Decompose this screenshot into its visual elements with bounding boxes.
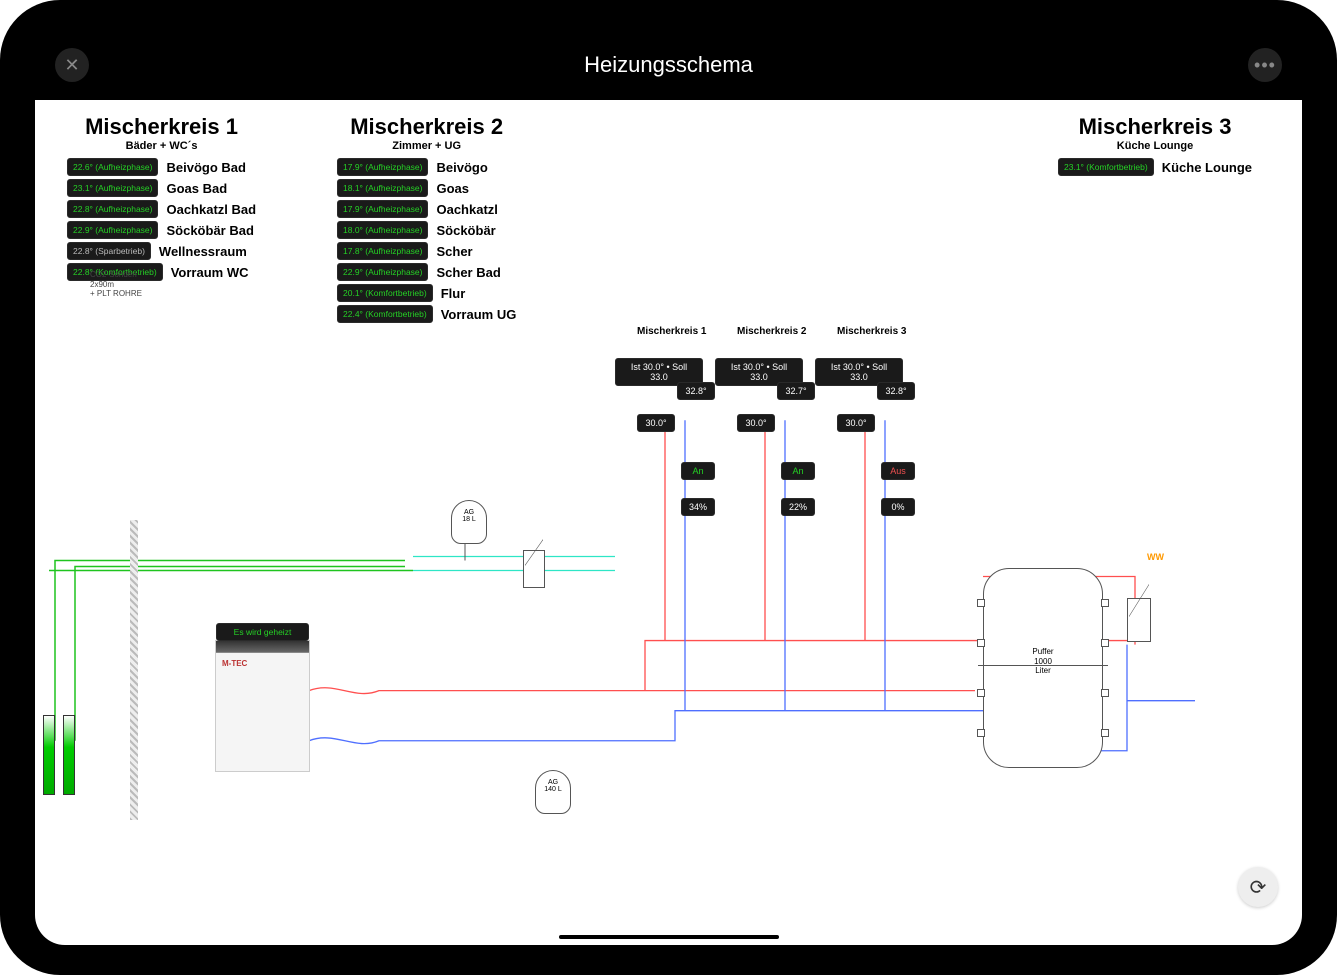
ag-lower-l2: 140 L (536, 786, 570, 793)
pipe-network (35, 210, 1302, 945)
room-status-badge: 22.6° (Aufheizphase) (67, 158, 158, 176)
circuit3-temp1: 32.8° (877, 382, 915, 400)
content: Mischerkreis 1 Bäder + WC´s 22.6° (Aufhe… (35, 100, 1302, 945)
probes-label: CO2-Sonden 2x90m + PLT ROHRE (90, 270, 142, 299)
mixer3-room-list: 23.1° (Komfortbetrieb) Küche Lounge (1058, 158, 1252, 176)
circuit1-temp2: 30.0° (637, 414, 675, 432)
refresh-button[interactable]: ⟳ (1238, 867, 1278, 907)
buffer-label: Puffer 1000 Liter (984, 647, 1102, 676)
room-status-badge: 23.1° (Aufheizphase) (67, 179, 158, 197)
circuit1-label: Mischerkreis 1 (637, 326, 707, 337)
mixer2-subtitle: Zimmer + UG (337, 140, 516, 152)
circuit1-state: An (681, 462, 715, 480)
mixer2-title: Mischerkreis 2 (337, 114, 516, 140)
room-name: Goas (436, 181, 469, 196)
buffer-l3: Liter (1035, 666, 1051, 675)
room-row[interactable]: 22.6° (Aufheizphase) Beivögo Bad (67, 158, 256, 176)
room-name: Beivögo (436, 160, 487, 175)
header: ✕ Heizungsschema ••• (35, 30, 1302, 100)
heating-diagram: Mischerkreis 1 Mischerkreis 2 Mischerkre… (35, 210, 1302, 945)
refresh-icon: ⟳ (1250, 875, 1267, 900)
close-button[interactable]: ✕ (55, 48, 89, 82)
expansion-tank-lower: AG 140 L (535, 770, 571, 814)
buffer-port (977, 729, 985, 737)
heatpump-unit: Es wird geheizt M-TEC (215, 640, 310, 772)
ww-label: WW (1147, 552, 1164, 562)
mixer1-subtitle: Bäder + WC´s (67, 140, 256, 152)
ag-upper-l1: AG (452, 509, 486, 516)
circuit3-state: Aus (881, 462, 915, 480)
circuit2-temp1: 32.7° (777, 382, 815, 400)
buffer-port (977, 599, 985, 607)
probe-icon (43, 715, 55, 795)
buffer-l1: Puffer (1032, 647, 1053, 656)
ag-upper-l2: 18 L (452, 516, 486, 523)
buffer-port (977, 639, 985, 647)
room-row[interactable]: 23.1° (Komfortbetrieb) Küche Lounge (1058, 158, 1252, 176)
probe-icon (63, 715, 75, 795)
circuit2-state: An (781, 462, 815, 480)
buffer-divider (978, 665, 1108, 666)
heat-exchanger-small (523, 550, 545, 588)
circuit3-pct: 0% (881, 498, 915, 516)
heatpump-status: Es wird geheizt (216, 623, 309, 641)
heat-exchanger-ww (1127, 598, 1151, 642)
room-row[interactable]: 17.9° (Aufheizphase) Beivögo (337, 158, 516, 176)
buffer-port (1101, 639, 1109, 647)
buffer-port (1101, 689, 1109, 697)
mixer1-title: Mischerkreis 1 (67, 114, 256, 140)
heatpump-brand: M-TEC (216, 653, 309, 674)
circuit1-pct: 34% (681, 498, 715, 516)
room-name: Goas Bad (166, 181, 227, 196)
circuit1-temp1: 32.8° (677, 382, 715, 400)
buffer-port (1101, 599, 1109, 607)
circuit3-temp2: 30.0° (837, 414, 875, 432)
room-status-badge: 17.9° (Aufheizphase) (337, 158, 428, 176)
room-row[interactable]: 23.1° (Aufheizphase) Goas Bad (67, 179, 256, 197)
circuit2-pct: 22% (781, 498, 815, 516)
mixer3-column: Mischerkreis 3 Küche Lounge 23.1° (Komfo… (1058, 114, 1252, 179)
mixer3-title: Mischerkreis 3 (1058, 114, 1252, 140)
ground-probes (39, 710, 99, 830)
buffer-port (1101, 729, 1109, 737)
room-status-badge: 23.1° (Komfortbetrieb) (1058, 158, 1154, 176)
room-name: Beivögo Bad (166, 160, 245, 175)
heatpump-top (216, 641, 309, 653)
ag-lower-l1: AG (536, 779, 570, 786)
room-row[interactable]: 18.1° (Aufheizphase) Goas (337, 179, 516, 197)
buffer-tank: Puffer 1000 Liter (983, 568, 1103, 768)
close-icon: ✕ (64, 55, 79, 76)
circuit2-temp2: 30.0° (737, 414, 775, 432)
more-icon: ••• (1254, 55, 1276, 76)
home-indicator (559, 935, 779, 939)
more-button[interactable]: ••• (1248, 48, 1282, 82)
mixer3-subtitle: Küche Lounge (1058, 140, 1252, 152)
circuit2-label: Mischerkreis 2 (737, 326, 807, 337)
buffer-port (977, 689, 985, 697)
expansion-tank-upper: AG 18 L (451, 500, 487, 544)
room-status-badge: 18.1° (Aufheizphase) (337, 179, 428, 197)
tablet-frame: ✕ Heizungsschema ••• Mischerkreis 1 Bäde… (0, 0, 1337, 975)
page-title: Heizungsschema (584, 52, 753, 78)
room-name: Küche Lounge (1162, 160, 1252, 175)
screen: ✕ Heizungsschema ••• Mischerkreis 1 Bäde… (35, 30, 1302, 945)
circuit3-label: Mischerkreis 3 (837, 326, 907, 337)
wall-divider (130, 520, 138, 820)
